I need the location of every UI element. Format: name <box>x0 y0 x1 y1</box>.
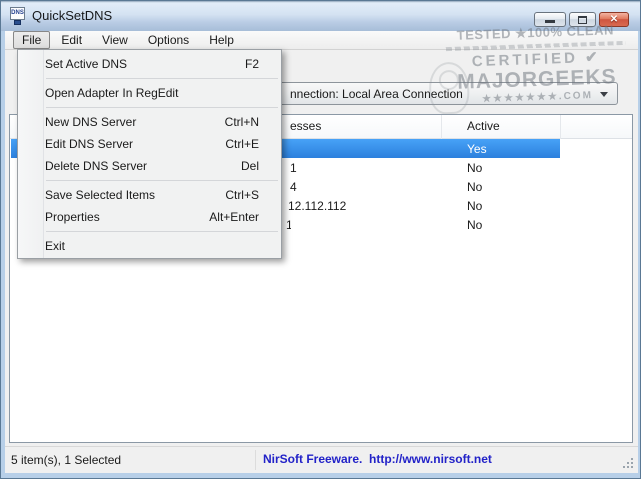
minimize-button[interactable] <box>534 12 566 27</box>
column-separator[interactable] <box>441 115 442 139</box>
menu-separator <box>18 75 281 82</box>
titlebar[interactable]: DNS QuickSetDNS ✕ <box>1 1 640 31</box>
menu-item-edit-dns-server[interactable]: Edit DNS Server Ctrl+E <box>18 133 281 155</box>
menu-item-label: Exit <box>45 239 66 253</box>
column-separator[interactable] <box>560 115 561 139</box>
menu-item-shortcut: Ctrl+S <box>225 188 259 202</box>
resize-grip[interactable] <box>631 466 633 468</box>
menu-item-label: New DNS Server <box>45 115 137 129</box>
cell-active: No <box>467 180 483 194</box>
cell-active: Yes <box>467 142 487 156</box>
menu-item-properties[interactable]: Properties Alt+Enter <box>18 206 281 228</box>
close-icon: ✕ <box>609 13 619 25</box>
minimize-icon <box>545 20 555 23</box>
menu-item-label: Open Adapter In RegEdit <box>45 86 179 100</box>
cell-dns-addresses: 1 <box>290 161 297 175</box>
connection-combobox-value: nnection: Local Area Connection <box>290 87 463 101</box>
menu-item-open-adapter-in-regedit[interactable]: Open Adapter In RegEdit <box>18 82 281 104</box>
menu-item-shortcut: F2 <box>244 57 259 71</box>
menubar-item-edit[interactable]: Edit <box>52 31 91 49</box>
statusbar-divider <box>255 450 256 470</box>
window-title: QuickSetDNS <box>32 8 113 23</box>
menu-separator <box>18 177 281 184</box>
menubar-item-help[interactable]: Help <box>200 31 243 49</box>
menu-item-new-dns-server[interactable]: New DNS Server Ctrl+N <box>18 111 281 133</box>
app-window: DNS QuickSetDNS ✕ File Edit View Options… <box>0 0 641 479</box>
dns-app-icon: DNS <box>10 7 27 25</box>
menu-item-set-active-dns[interactable]: Set Active DNS F2 <box>18 53 281 75</box>
menu-item-label: Delete DNS Server <box>45 159 148 173</box>
dns-icon-page: DNS <box>10 7 25 20</box>
nirsoft-freeware-link[interactable]: NirSoft Freeware. http://www.nirsoft.net <box>263 452 492 466</box>
status-items-count: 5 item(s), 1 Selected <box>11 453 122 467</box>
menu-item-exit[interactable]: Exit <box>18 235 281 257</box>
cell-dns-addresses: 4 <box>290 180 297 194</box>
chevron-down-icon[interactable] <box>600 92 608 97</box>
menu-item-delete-dns-server[interactable]: Delete DNS Server Del <box>18 155 281 177</box>
dns-icon-monitor <box>14 20 21 25</box>
menu-item-shortcut: Ctrl+E <box>225 137 259 151</box>
maximize-icon <box>578 15 587 24</box>
menu-item-save-selected-items[interactable]: Save Selected Items Ctrl+S <box>18 184 281 206</box>
cell-active: No <box>467 218 483 232</box>
menubar-item-view[interactable]: View <box>93 31 137 49</box>
menu-item-label: Edit DNS Server <box>45 137 134 151</box>
menu-separator <box>18 104 281 111</box>
cell-dns-addresses: 12.112.112 <box>288 199 347 213</box>
cell-dns-addresses: 1 <box>286 218 291 232</box>
cell-active: No <box>467 199 483 213</box>
menubar-item-file[interactable]: File <box>13 31 51 49</box>
menu-item-label: Save Selected Items <box>45 188 156 202</box>
close-button[interactable]: ✕ <box>599 12 629 27</box>
statusbar: 5 item(s), 1 Selected NirSoft Freeware. … <box>5 446 638 473</box>
maximize-button[interactable] <box>569 12 596 27</box>
menubar: File Edit View Options Help <box>5 31 638 50</box>
menu-item-label: Set Active DNS <box>45 57 128 71</box>
menu-item-shortcut: Alt+Enter <box>209 210 259 224</box>
cell-active: No <box>467 161 483 175</box>
menu-item-shortcut: Ctrl+N <box>224 115 259 129</box>
menu-separator <box>18 228 281 235</box>
menu-item-label: Properties <box>45 210 100 224</box>
file-menu-popup: Set Active DNS F2 Open Adapter In RegEdi… <box>17 49 282 259</box>
column-header-addresses[interactable]: esses <box>290 119 321 133</box>
menu-item-shortcut: Del <box>240 159 259 173</box>
column-header-active[interactable]: Active <box>467 119 500 133</box>
menubar-item-options[interactable]: Options <box>139 31 198 49</box>
